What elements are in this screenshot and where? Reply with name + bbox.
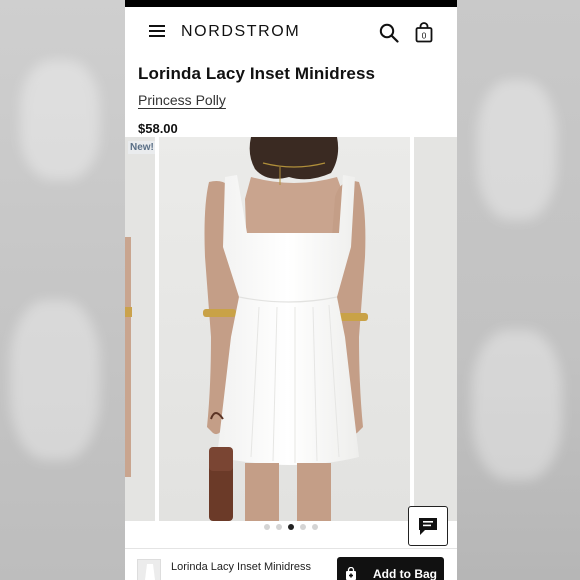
add-to-bag-button[interactable]: Add to Bag <box>337 557 444 580</box>
gallery-image-next[interactable] <box>414 137 457 521</box>
chat-icon <box>419 517 437 535</box>
app-header: NORDSTROM 0 <box>125 7 457 55</box>
product-thumbnail <box>137 559 161 580</box>
gallery-dot[interactable] <box>312 524 318 530</box>
sticky-add-to-bag-bar: Lorinda Lacy Inset Minidress Add to Bag <box>125 548 457 580</box>
gallery-dot[interactable] <box>276 524 282 530</box>
new-badge: New! <box>128 141 155 154</box>
model-partial-left <box>125 237 132 477</box>
gallery-dot[interactable] <box>300 524 306 530</box>
blurred-background-left <box>0 0 125 580</box>
gallery-dot-active[interactable] <box>288 524 294 530</box>
bar-product-title: Lorinda Lacy Inset Minidress <box>171 561 312 573</box>
gallery-image-main[interactable] <box>159 137 410 521</box>
brand-link[interactable]: Princess Polly <box>138 92 226 108</box>
status-bar <box>125 0 457 7</box>
bag-icon[interactable]: 0 <box>415 22 433 43</box>
add-to-bag-label: Add to Bag <box>373 567 437 580</box>
product-title: Lorinda Lacy Inset Minidress <box>138 64 376 83</box>
gallery-image-previous[interactable]: New! <box>125 137 155 521</box>
model-dress-photo <box>159 137 410 521</box>
shopping-bag-icon <box>346 567 356 580</box>
chat-button[interactable] <box>408 506 448 546</box>
model-partial-right <box>414 137 457 521</box>
product-image-gallery[interactable]: New! <box>125 137 457 521</box>
nordstrom-logo[interactable]: NORDSTROM <box>181 23 300 41</box>
search-icon[interactable] <box>379 23 399 43</box>
phone-screen: NORDSTROM 0 Lorinda Lacy Inset Minidress… <box>125 0 457 580</box>
gallery-dot[interactable] <box>264 524 270 530</box>
menu-icon[interactable] <box>149 24 165 38</box>
blurred-background-right <box>457 0 580 580</box>
product-price: $58.00 <box>138 121 178 136</box>
bag-count: 0 <box>422 31 427 41</box>
